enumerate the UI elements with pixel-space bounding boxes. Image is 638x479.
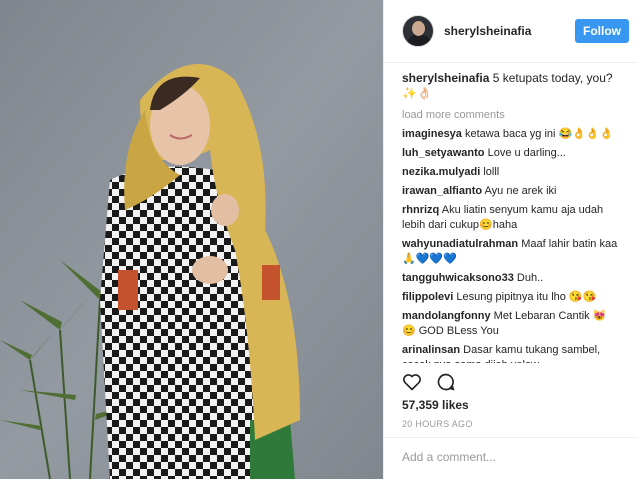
caption: sherylsheinafia 5 ketupats today, you? ✨…: [402, 71, 620, 101]
comment-item: tangguhwicaksono33 Duh..: [402, 271, 620, 286]
follow-button[interactable]: Follow: [575, 19, 629, 43]
comment-item: nezika.mulyadi lolll: [402, 165, 620, 180]
author-username[interactable]: sherylsheinafia: [444, 24, 575, 38]
comment-username[interactable]: rhnrizq: [402, 204, 439, 216]
post-photo[interactable]: [0, 0, 383, 479]
comment-username[interactable]: nezika.mulyadi: [402, 166, 480, 178]
comment-text: Lesung pipitnya itu lho 😘😘: [453, 291, 597, 303]
load-more-comments[interactable]: load more comments: [402, 109, 620, 121]
comment-username[interactable]: filippolevi: [402, 291, 453, 303]
comment-text: Ayu ne arek iki: [482, 185, 557, 197]
comment-item: wahyunadiatulrahman Maaf lahir batin kaa…: [402, 237, 620, 267]
comment-username[interactable]: mandolangfonny: [402, 310, 491, 322]
action-bar: [402, 372, 456, 392]
comment-username[interactable]: arinalinsan: [402, 344, 460, 356]
heart-icon[interactable]: [402, 372, 422, 392]
add-comment-input[interactable]: Add a comment...: [384, 437, 638, 479]
comment-username[interactable]: luh_setyawanto: [402, 147, 485, 159]
comment-item: arinalinsan Dasar kamu tukang sambel, co…: [402, 343, 620, 363]
post-sidebar: sherylsheinafia Follow sherylsheinafia 5…: [383, 0, 638, 479]
post-header: sherylsheinafia Follow: [384, 0, 638, 63]
comment-item: luh_setyawanto Love u darling...: [402, 146, 620, 161]
comment-item: imaginesya ketawa baca yg ini 😂👌👌👌: [402, 127, 620, 142]
instagram-post: sherylsheinafia Follow sherylsheinafia 5…: [0, 0, 638, 479]
post-timestamp[interactable]: 20 HOURS AGO: [402, 419, 473, 429]
comment-item: rhnrizq Aku liatin senyum kamu aja udah …: [402, 203, 620, 233]
comment-username[interactable]: tangguhwicaksono33: [402, 272, 514, 284]
comment-username[interactable]: irawan_alfianto: [402, 185, 482, 197]
comments-list: sherylsheinafia 5 ketupats today, you? ✨…: [384, 63, 638, 363]
comment-item: filippolevi Lesung pipitnya itu lho 😘😘: [402, 290, 620, 305]
comment-text: ketawa baca yg ini 😂👌👌👌: [461, 128, 614, 140]
avatar[interactable]: [402, 15, 434, 47]
comment-username[interactable]: wahyunadiatulrahman: [402, 238, 518, 250]
comment-item: irawan_alfianto Ayu ne arek iki: [402, 184, 620, 199]
comment-text: Duh..: [513, 272, 544, 284]
caption-username[interactable]: sherylsheinafia: [402, 71, 489, 85]
comment-icon[interactable]: [436, 372, 456, 392]
like-count[interactable]: 57,359 likes: [402, 398, 469, 412]
comment-text: lolll: [480, 166, 500, 178]
comment-username[interactable]: imaginesya: [402, 128, 462, 140]
comment-text: Love u darling...: [484, 147, 566, 159]
comment-item: mandolangfonny Met Lebaran Cantik 😻😊 GOD…: [402, 309, 620, 339]
post-image: [0, 0, 383, 479]
